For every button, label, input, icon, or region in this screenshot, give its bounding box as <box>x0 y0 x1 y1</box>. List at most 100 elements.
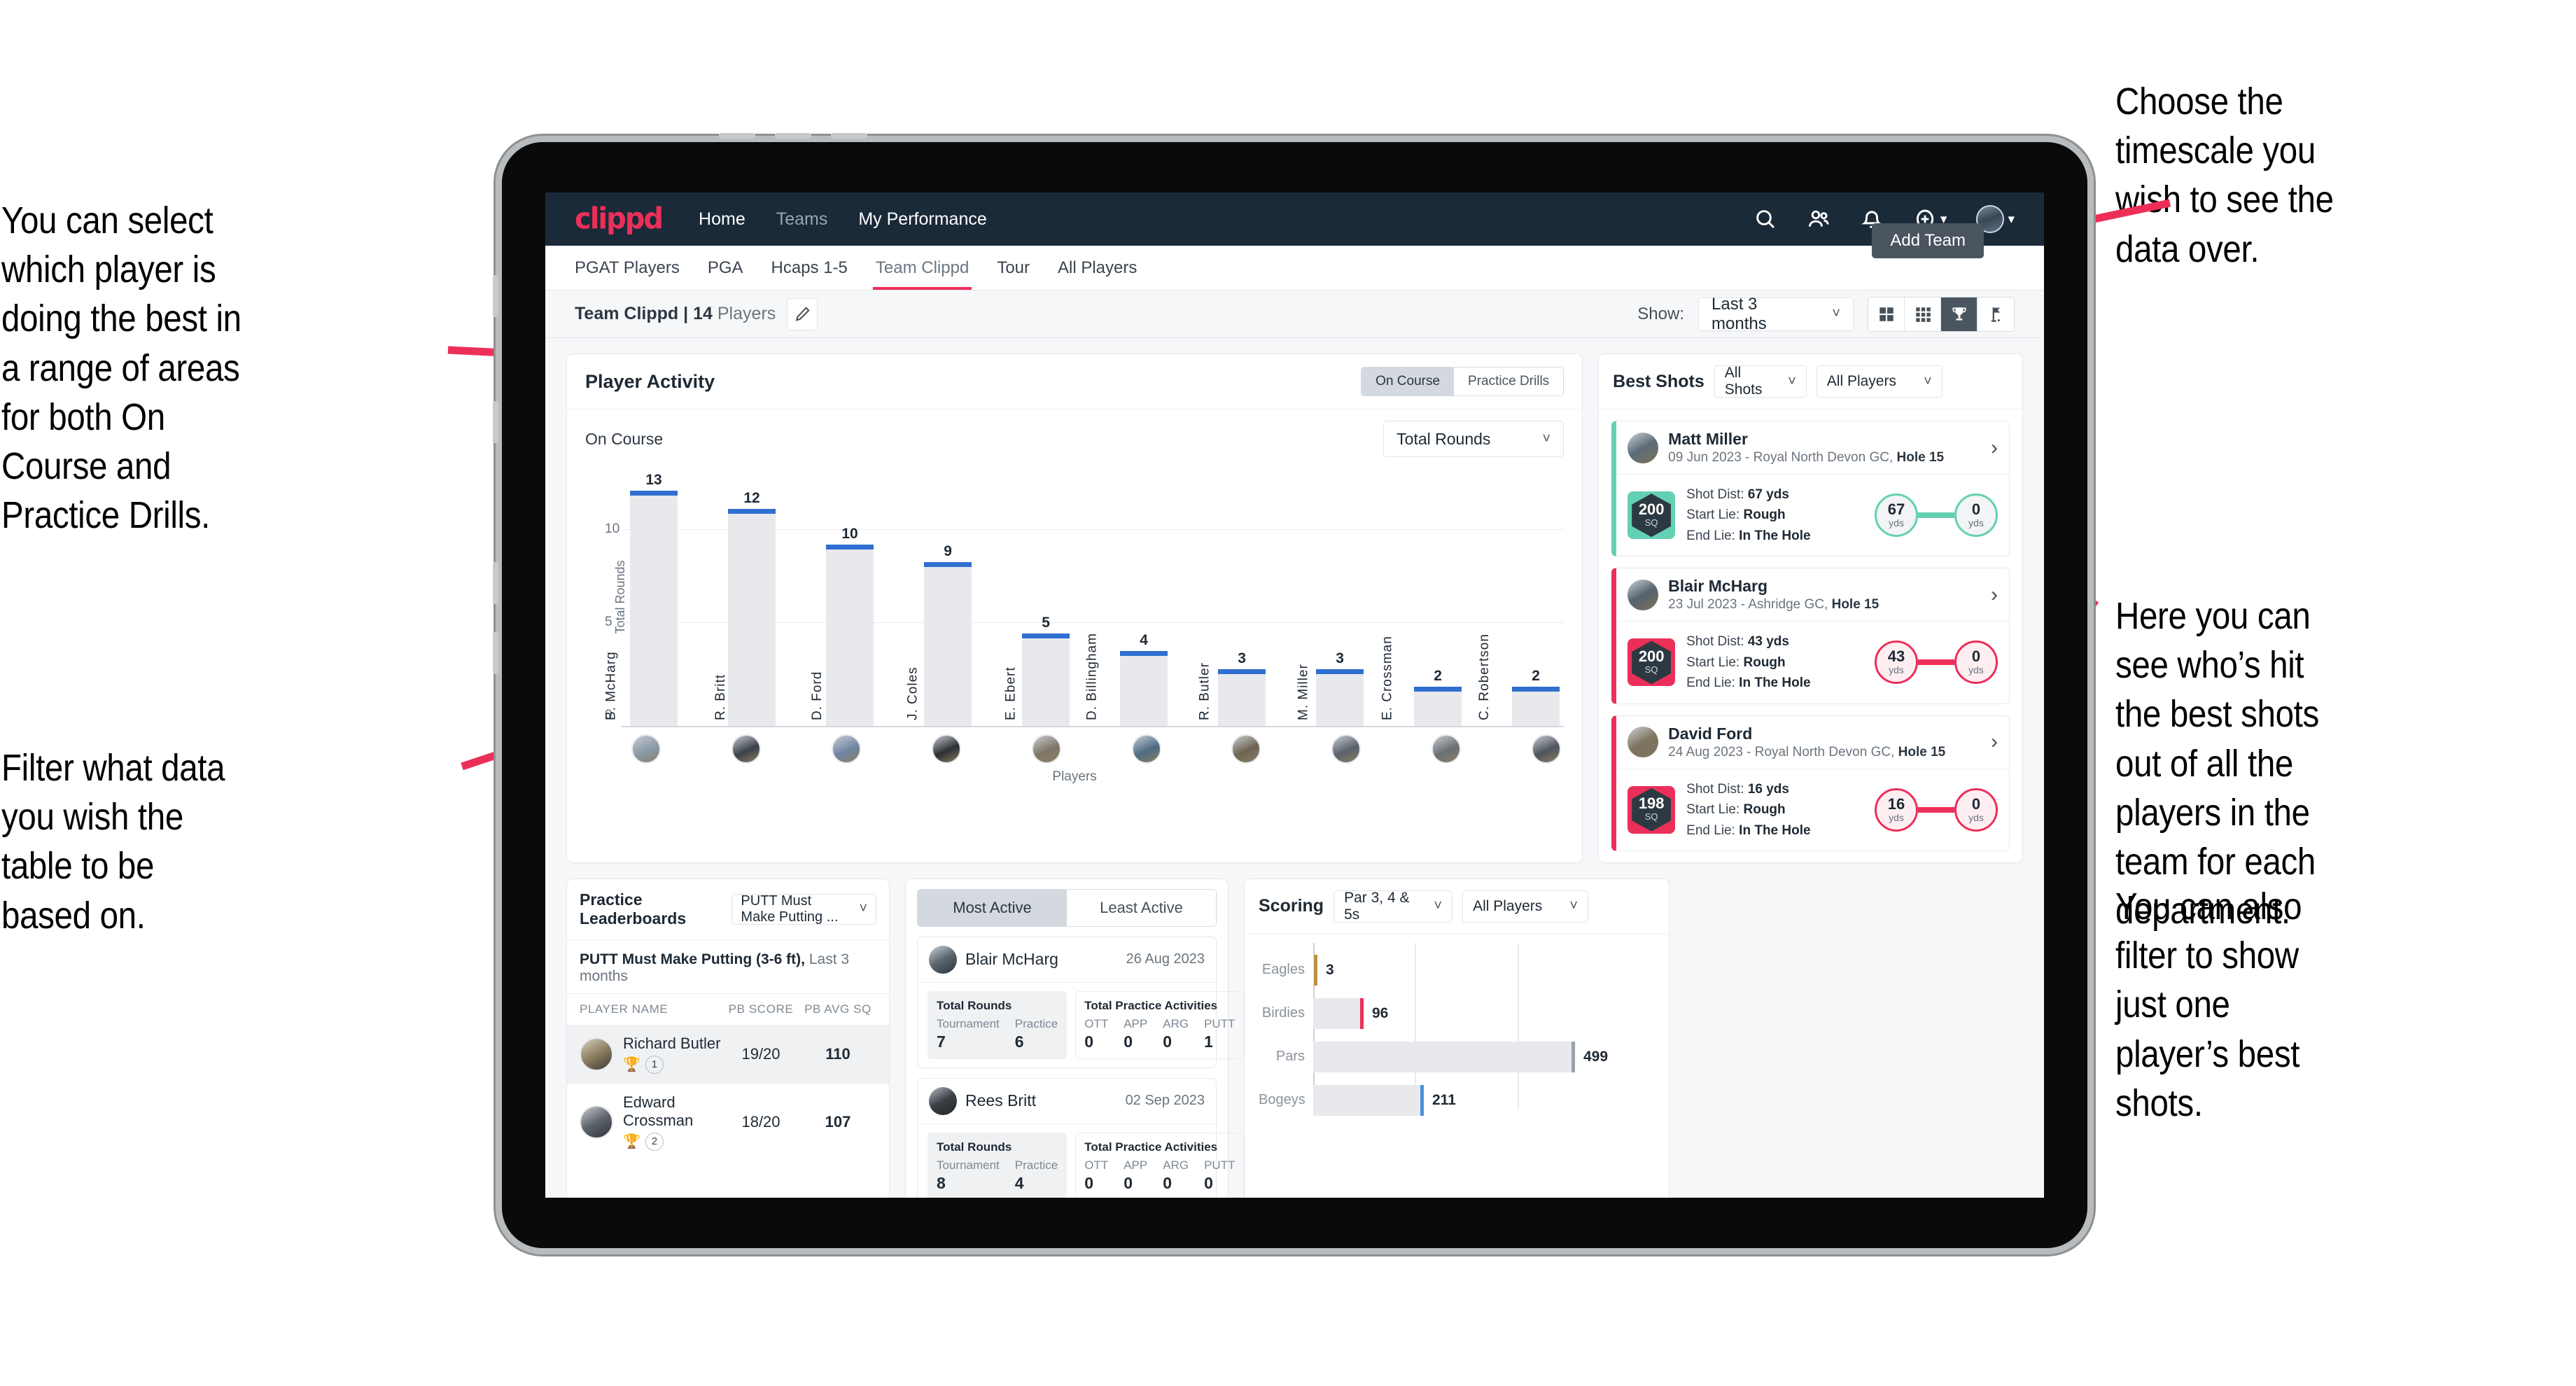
bar[interactable]: B. McHarg <box>604 491 678 726</box>
bar[interactable]: J. Coles <box>906 562 972 726</box>
tab-hcaps-1-5[interactable]: Hcaps 1-5 <box>771 246 848 290</box>
table-row[interactable]: Richard Butler 🏆 1 19/20 110 <box>567 1024 889 1084</box>
scoring-bar-row: Birdies 96 <box>1259 992 1655 1035</box>
bar-cap <box>1218 669 1266 674</box>
scoring-player-filter[interactable]: All Players ˅ <box>1462 890 1589 923</box>
best-shots-player-filter[interactable]: All Players ˅ <box>1816 365 1942 398</box>
toggle-practice-drills[interactable]: Practice Drills <box>1454 368 1564 396</box>
bar[interactable]: E. Ebert <box>1004 634 1070 726</box>
tab-team-clippd[interactable]: Team Clippd <box>872 246 972 290</box>
player-avatar[interactable] <box>631 734 661 764</box>
best-shot-card[interactable]: David Ford 24 Aug 2023 - Royal North Devo… <box>1611 715 2010 851</box>
top-navigation-bar: clippd Home Teams My Performance ▾ ▾ <box>545 192 2044 246</box>
best-shots-shot-filter[interactable]: All Shots ˅ <box>1714 365 1807 398</box>
drill-select[interactable]: PUTT Must Make Putting ... ˅ <box>732 893 876 925</box>
activity-date: 02 Sep 2023 <box>1125 1093 1205 1109</box>
round-stat-label: Tournament <box>937 1158 1000 1172</box>
tab-most-active[interactable]: Most Active <box>918 889 1067 926</box>
avatar <box>1628 432 1659 463</box>
scoring-chart: Eagles 3 Birdies 96 Pars 499 Bogeys 211 <box>1245 934 1669 1116</box>
scoring-bar[interactable] <box>1313 954 1317 986</box>
best-shot-player-name: David Ford <box>1668 724 1753 743</box>
bar[interactable]: C. Robertson <box>1477 634 1560 726</box>
chart-bar-column: 5 E. Ebert <box>1004 467 1070 726</box>
add-team-button[interactable]: Add Team <box>1872 223 1984 258</box>
trophy-icon-button[interactable] <box>1941 297 1977 331</box>
best-shot-meta: 24 Aug 2023 - Royal North Devon GC, Hole… <box>1668 744 1946 760</box>
best-shots-card: Best Shots All Shots ˅ All Players ˅ Mat… <box>1598 354 2023 863</box>
activity-player-card[interactable]: Blair McHarg 26 Aug 2023 Total Rounds Tourn… <box>917 936 1245 1068</box>
scoring-par-filter[interactable]: Par 3, 4 & 5s ˅ <box>1334 890 1453 923</box>
total-practice-stats: OTT 0 APP 0 ARG 0 PUTT 0 <box>1084 1158 1235 1193</box>
chevron-right-icon[interactable]: › <box>1991 436 1998 460</box>
tab-pgat-players[interactable]: PGAT Players <box>575 246 680 290</box>
scoring-bar[interactable] <box>1313 997 1364 1029</box>
column-pb-avg-sq: PB AVG SQ <box>804 1002 872 1016</box>
table-row[interactable]: Edward Crossman 🏆 2 18/20 107 <box>567 1084 889 1161</box>
bar[interactable]: D. Ford <box>810 545 874 726</box>
activity-tabs: Most Active Least Active <box>917 888 1217 927</box>
bar[interactable]: R. Butler <box>1198 662 1266 726</box>
player-activity-chart: Total Rounds 10 5 0 13 B. McHarg 12 R. Brit… <box>585 467 1564 727</box>
player-avatar[interactable] <box>1231 734 1261 764</box>
end-lie-line: End Lie: In The Hole <box>1686 528 1811 543</box>
people-icon[interactable] <box>1807 207 1830 231</box>
toggle-on-course[interactable]: On Course <box>1362 368 1455 396</box>
player-avatar[interactable] <box>1031 734 1061 764</box>
player-avatar[interactable] <box>831 734 861 764</box>
player-avatar[interactable] <box>931 734 961 764</box>
avatar <box>1628 727 1659 758</box>
best-shot-player-info: David Ford 24 Aug 2023 - Royal North Devo… <box>1668 724 1945 760</box>
practice-leaderboards-header: Practice Leaderboards PUTT Must Make Put… <box>567 879 889 940</box>
total-rounds-stats: Tournament 7 Practice 6 <box>937 1017 1058 1051</box>
grid-small-icon-button[interactable] <box>1905 297 1941 331</box>
tab-least-active[interactable]: Least Active <box>1067 889 1216 926</box>
player-avatar[interactable] <box>1532 734 1562 764</box>
player-avatar[interactable] <box>1331 734 1362 764</box>
nav-link-home[interactable]: Home <box>699 209 746 230</box>
nav-link-teams[interactable]: Teams <box>776 209 828 230</box>
player-avatar[interactable] <box>1131 734 1161 764</box>
team-title: Team Clippd | 14 Players <box>575 304 776 324</box>
scoring-bar[interactable] <box>1313 1084 1424 1116</box>
player-avatar[interactable] <box>731 734 761 764</box>
chevron-right-icon[interactable]: › <box>1991 583 1998 607</box>
distance-connector <box>1918 806 1954 813</box>
bar[interactable]: E. Crossman <box>1380 636 1462 726</box>
device-button-left-1 <box>493 275 498 317</box>
bar[interactable]: R. Britt <box>713 509 776 726</box>
timescale-select[interactable]: Last 3 months ˅ <box>1698 295 1854 333</box>
tab-all-players[interactable]: All Players <box>1058 246 1137 290</box>
player-avatar[interactable] <box>1432 734 1462 764</box>
bar-cap <box>630 491 678 496</box>
to-unit: yds <box>1968 811 1984 823</box>
clippd-logo[interactable]: clippd <box>575 202 664 236</box>
edit-team-button[interactable] <box>787 298 818 330</box>
tab-pga[interactable]: PGA <box>708 246 743 290</box>
bar[interactable]: D. Billingham <box>1085 633 1168 726</box>
metric-select[interactable]: Total Rounds ˅ <box>1383 421 1564 457</box>
leaderboard-badges: 🏆 1 <box>623 1055 722 1074</box>
scoring-bar[interactable] <box>1313 1041 1575 1072</box>
round-stat: Tournament 8 <box>937 1158 1000 1193</box>
shot-quality-value: 198 <box>1638 794 1665 813</box>
chevron-right-icon[interactable]: › <box>1991 730 1998 754</box>
chart-bar-column: 13 B. McHarg <box>604 467 678 726</box>
from-value: 67 <box>1887 500 1905 519</box>
nav-link-my-performance[interactable]: My Performance <box>858 209 986 230</box>
best-shot-card[interactable]: Blair McHarg 23 Jul 2023 - Ashridge GC, H… <box>1611 568 2010 704</box>
shot-dist-line: Shot Dist: 43 yds <box>1686 634 1789 650</box>
practice-stat-value: 0 <box>1124 1173 1133 1192</box>
scoring-category-label: Pars <box>1275 1049 1305 1065</box>
best-shot-header: Matt Miller 09 Jun 2023 - Royal North Dev… <box>1616 421 2009 475</box>
activity-player-card[interactable]: Rees Britt 02 Sep 2023 Total Rounds Tournam… <box>917 1077 1245 1198</box>
tab-tour[interactable]: Tour <box>997 246 1030 290</box>
bar[interactable]: M. Miller <box>1296 664 1364 726</box>
to-value: 0 <box>1971 648 1981 666</box>
grid-large-icon-button[interactable] <box>1868 297 1905 331</box>
round-stat: Practice 4 <box>1015 1158 1058 1193</box>
flag-icon-button[interactable] <box>1977 297 2014 331</box>
best-shot-card[interactable]: Matt Miller 09 Jun 2023 - Royal North Dev… <box>1611 421 2010 557</box>
bar-value: 3 <box>1336 650 1344 666</box>
search-icon[interactable] <box>1754 207 1777 231</box>
